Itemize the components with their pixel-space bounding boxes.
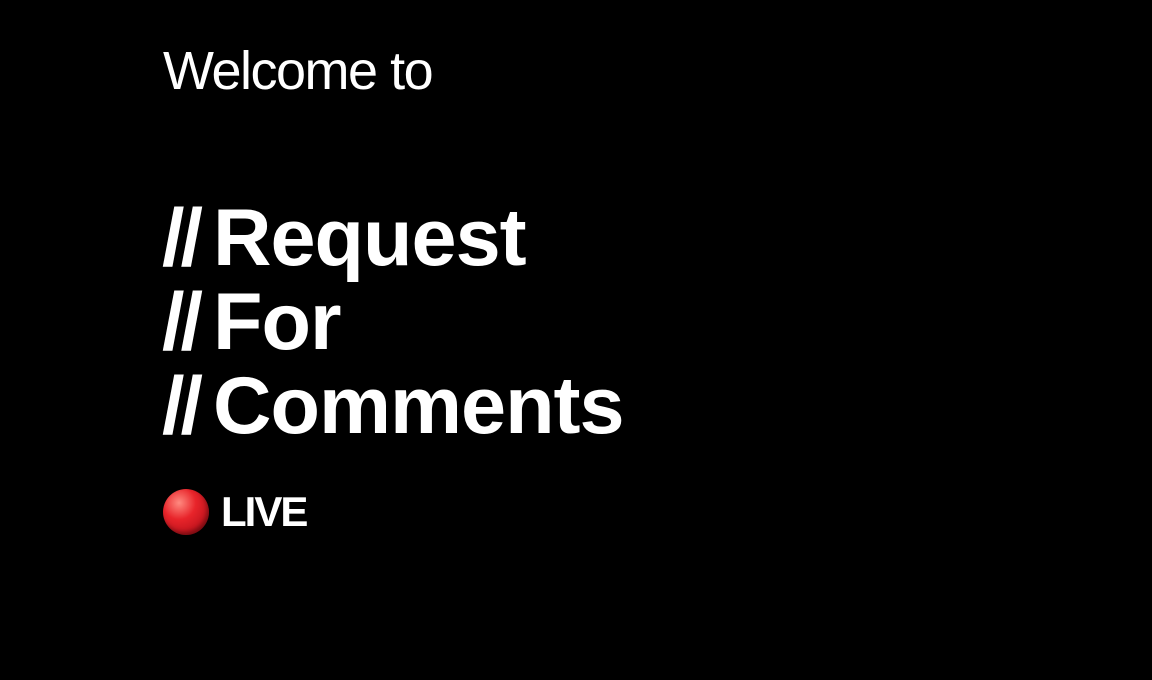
- welcome-text: Welcome to: [163, 41, 434, 101]
- comment-slashes: //: [162, 277, 203, 367]
- live-indicator: LIVE: [163, 488, 308, 536]
- red-circle-icon: [163, 489, 209, 535]
- title-line-for: //For: [162, 280, 624, 364]
- title-word: Comments: [213, 361, 625, 451]
- title-word: For: [213, 277, 341, 367]
- title-word: Request: [213, 193, 527, 283]
- live-label: LIVE: [221, 488, 308, 535]
- comment-slashes: //: [162, 361, 203, 451]
- title-line-request: //Request: [162, 196, 624, 280]
- title-card: Welcome to //Request //For //Comments LI…: [0, 0, 1152, 680]
- title-line-comments: //Comments: [162, 361, 625, 451]
- page-title: //Request //For //Comments: [162, 196, 625, 451]
- comment-slashes: //: [162, 193, 203, 283]
